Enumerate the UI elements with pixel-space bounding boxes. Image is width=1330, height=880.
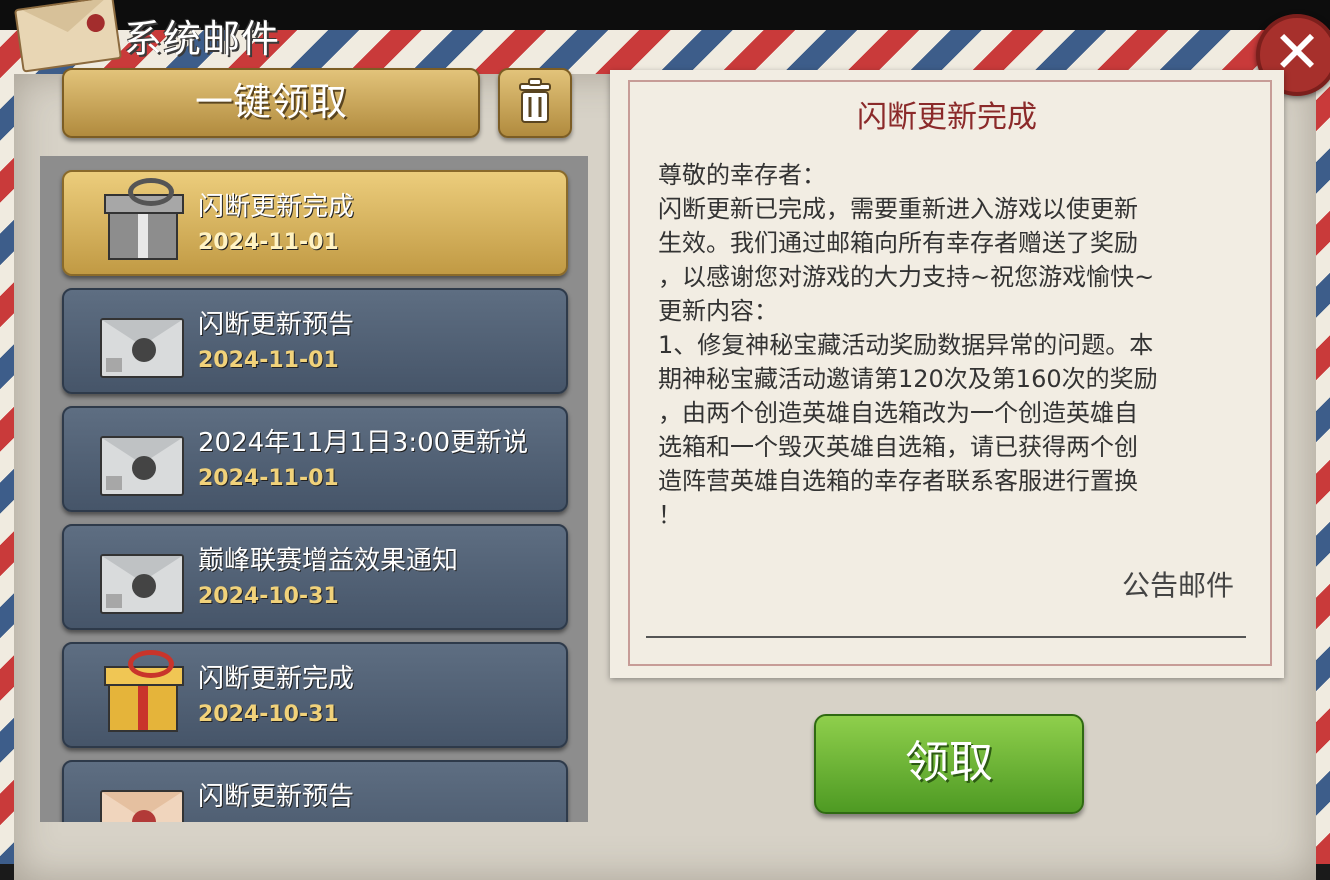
body-line: 造阵营英雄自选箱的幸存者联系客服进行置换: [658, 467, 1138, 495]
mail-type-label: 公告邮件: [1121, 569, 1234, 602]
mail-detail-body: 尊敬的幸存者： 闪断更新已完成，需要重新进入游戏以使更新 生效。我们通过邮箱向所…: [658, 158, 1238, 532]
claim-button[interactable]: 领取: [814, 714, 1084, 814]
body-line: 期神秘宝藏活动邀请第120次及第160次的奖励: [658, 365, 1158, 393]
mail-item-title: 闪断更新预告: [198, 782, 355, 812]
mail-detail-panel: 闪断更新完成 尊敬的幸存者： 闪断更新已完成，需要重新进入游戏以使更新 生效。我…: [610, 70, 1284, 678]
body-line: 选箱和一个毁灭英雄自选箱，请已获得两个创: [658, 433, 1138, 461]
mail-item-date: 2024-10-31: [198, 584, 339, 609]
gift-gray-icon: [104, 178, 184, 260]
envelope-icon: [100, 436, 184, 496]
mail-item-title: 闪断更新完成: [198, 192, 355, 222]
body-line: 更新内容：: [658, 297, 778, 325]
window-title: 系统邮件: [124, 17, 281, 61]
mail-list[interactable]: 闪断更新完成 2024-11-01 闪断更新预告 2024-11-01 2024…: [40, 156, 588, 822]
body-line: 闪断更新已完成，需要重新进入游戏以使更新: [658, 195, 1138, 223]
delete-button[interactable]: [498, 68, 572, 138]
mail-item-title: 巅峰联赛增益效果通知: [198, 546, 459, 576]
mail-item-date: 2024-11-01: [198, 348, 339, 373]
trash-icon: [519, 78, 551, 123]
body-line: ！: [658, 501, 682, 529]
body-line: ，由两个创造英雄自选箱改为一个创造英雄自: [658, 399, 1138, 427]
mail-item-date: 2024-11-01: [198, 466, 339, 491]
body-line: 尊敬的幸存者：: [658, 161, 826, 189]
claim-all-button[interactable]: 一键领取: [62, 68, 480, 138]
mail-item-title: 2024年11月1日3:00更新说: [198, 428, 529, 458]
envelope-icon: [100, 554, 184, 614]
mail-item[interactable]: 闪断更新预告: [62, 760, 568, 822]
envelope-icon: [100, 318, 184, 378]
body-line: 1、修复神秘宝藏活动奖励数据异常的问题。本: [658, 331, 1154, 359]
mail-item[interactable]: 巅峰联赛增益效果通知 2024-10-31: [62, 524, 568, 630]
gift-gold-icon: [104, 650, 184, 732]
body-line: ，以感谢您对游戏的大力支持~祝您游戏愉快~: [658, 263, 1155, 291]
mail-detail-title: 闪断更新完成: [857, 100, 1037, 135]
mail-item-date: 2024-10-31: [198, 702, 339, 727]
mail-item-title: 闪断更新完成: [198, 664, 355, 694]
mail-item[interactable]: 闪断更新完成 2024-10-31: [62, 642, 568, 748]
mail-item[interactable]: 闪断更新完成 2024-11-01: [62, 170, 568, 276]
mail-item[interactable]: 2024年11月1日3:00更新说 2024-11-01: [62, 406, 568, 512]
divider: [646, 636, 1246, 638]
mail-item-date: 2024-11-01: [198, 230, 339, 255]
mail-item-title: 闪断更新预告: [198, 310, 355, 340]
mail-item[interactable]: 闪断更新预告 2024-11-01: [62, 288, 568, 394]
body-line: 生效。我们通过邮箱向所有幸存者赠送了奖励: [658, 229, 1138, 257]
envelope-peach-icon: [100, 790, 184, 822]
